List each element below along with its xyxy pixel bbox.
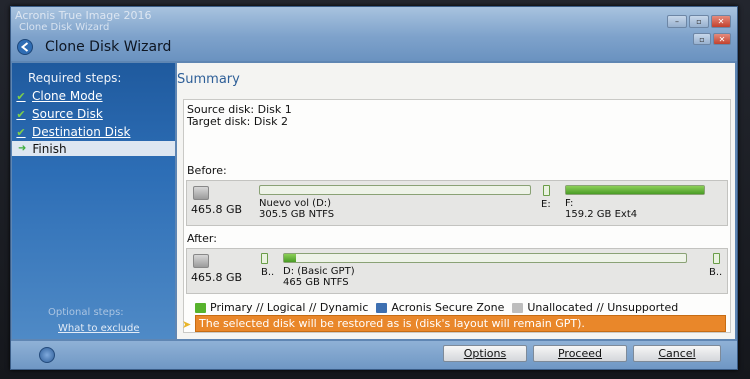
- partition-b-right-label: B..: [709, 267, 723, 278]
- close-button[interactable]: ✕: [711, 15, 731, 28]
- options-button-label: Options: [463, 347, 507, 360]
- warning-text: The selected disk will be restored as is…: [199, 317, 585, 330]
- partition-bar-f: [565, 185, 705, 195]
- partition-name: F:: [565, 198, 574, 209]
- target-disk-line: Target disk: Disk 2: [187, 115, 288, 128]
- maximize-button[interactable]: ▫: [689, 15, 709, 28]
- legend-secure-zone: Acronis Secure Zone: [391, 301, 505, 314]
- disk-size: 465.8 GB: [191, 203, 243, 216]
- partition-bar-b-right: [713, 253, 720, 264]
- sidebar-item-finish[interactable]: ➜ Finish: [12, 141, 175, 156]
- wizard-footer: Options Proceed Cancel: [11, 341, 737, 369]
- before-label: Before:: [187, 164, 227, 177]
- partition-bar-d-gpt: [283, 253, 687, 263]
- unallocated-swatch-icon: [512, 302, 524, 313]
- before-disk-layout: 465.8 GB Nuevo vol (D:) 305.5 GB NTFS E:…: [186, 180, 728, 226]
- cancel-button-label: Cancel: [658, 347, 696, 360]
- partition-detail: 159.2 GB Ext4: [565, 209, 638, 220]
- inner-restore-button[interactable]: ▫: [693, 33, 711, 45]
- inner-close-button[interactable]: ✕: [713, 33, 731, 45]
- required-steps-heading: Required steps:: [28, 71, 122, 85]
- minimize-button[interactable]: –: [667, 15, 687, 28]
- app-title: Acronis True Image 2016: [15, 9, 152, 22]
- window-subtitle: Clone Disk Wizard: [19, 22, 110, 33]
- wizard-content: Summary Source disk: Disk 1 Target disk:…: [177, 63, 735, 339]
- partition-bar-b-left: [261, 253, 268, 264]
- sidebar-item-label: Source Disk: [32, 107, 103, 121]
- after-disk-layout: 465.8 GB B.. D: (Basic GPT) 465 GB NTFS …: [186, 248, 728, 294]
- cancel-button[interactable]: Cancel: [633, 345, 721, 362]
- arrow-right-icon: ➜: [18, 143, 27, 154]
- disk-size: 465.8 GB: [191, 271, 243, 284]
- hard-disk-icon: [193, 254, 209, 268]
- partition-bar-d: [259, 185, 531, 195]
- partition-d-gpt-label: D: (Basic GPT) 465 GB NTFS: [283, 266, 355, 288]
- legend-primary: Primary // Logical // Dynamic: [210, 301, 369, 314]
- title-bar: Acronis True Image 2016 Clone Disk Wizar…: [11, 7, 737, 61]
- optional-steps-heading: Optional steps:: [48, 307, 124, 318]
- help-icon[interactable]: [39, 347, 55, 363]
- partition-f-label: F: 159.2 GB Ext4: [565, 198, 637, 220]
- window-controls: – ▫ ✕: [667, 15, 731, 28]
- sidebar-item-label: Clone Mode: [32, 89, 103, 103]
- after-label: After:: [187, 232, 217, 245]
- what-to-exclude-link[interactable]: What to exclude: [58, 323, 140, 334]
- warning-icon: ➤: [182, 318, 192, 331]
- check-icon: ✔: [16, 107, 26, 121]
- partition-bar-e: [543, 185, 550, 196]
- summary-panel: Source disk: Disk 1 Target disk: Disk 2 …: [183, 99, 731, 333]
- partition-name: Nuevo vol (D:): [259, 198, 332, 209]
- desktop-background: Acronis True Image 2016 Clone Disk Wizar…: [0, 0, 750, 379]
- partition-legend: Primary // Logical // Dynamic Acronis Se…: [195, 301, 678, 314]
- partition-e-label: E:: [541, 199, 551, 210]
- page-title: Summary: [177, 72, 240, 87]
- sidebar-item-clone-mode[interactable]: ✔ Clone Mode: [16, 89, 103, 103]
- source-disk-text: Source disk: Disk 1 Target disk: Disk 2: [187, 104, 292, 128]
- sidebar-item-label: Finish: [32, 141, 67, 156]
- wizard-sidebar: Required steps: ✔ Clone Mode ✔ Source Di…: [12, 63, 175, 339]
- proceed-button-label: Proceed: [557, 347, 603, 360]
- partition-detail: 465 GB NTFS: [283, 277, 349, 288]
- primary-swatch-icon: [195, 302, 206, 313]
- check-icon: ✔: [16, 89, 26, 103]
- partition-detail: 305.5 GB NTFS: [259, 209, 335, 220]
- back-arrow-icon[interactable]: [17, 39, 33, 55]
- inner-window-controls: ▫ ✕: [693, 33, 731, 45]
- partition-b-left-label: B..: [261, 267, 275, 278]
- legend-unallocated: Unallocated // Unsupported: [527, 301, 679, 314]
- sidebar-item-label: Destination Disk: [32, 125, 131, 139]
- hard-disk-icon: [193, 186, 209, 200]
- clone-disk-wizard-window: Acronis True Image 2016 Clone Disk Wizar…: [10, 6, 738, 370]
- wizard-title: Clone Disk Wizard: [45, 39, 172, 55]
- check-icon: ✔: [16, 125, 26, 139]
- sidebar-item-source-disk[interactable]: ✔ Source Disk: [16, 107, 103, 121]
- options-button[interactable]: Options: [443, 345, 527, 362]
- proceed-button[interactable]: Proceed: [533, 345, 627, 362]
- partition-d-label: Nuevo vol (D:) 305.5 GB NTFS: [259, 198, 334, 220]
- warning-banner: ➤ The selected disk will be restored as …: [182, 315, 726, 332]
- partition-name: D: (Basic GPT): [283, 266, 355, 277]
- secure-zone-swatch-icon: [376, 302, 388, 313]
- sidebar-item-destination-disk[interactable]: ✔ Destination Disk: [16, 125, 130, 139]
